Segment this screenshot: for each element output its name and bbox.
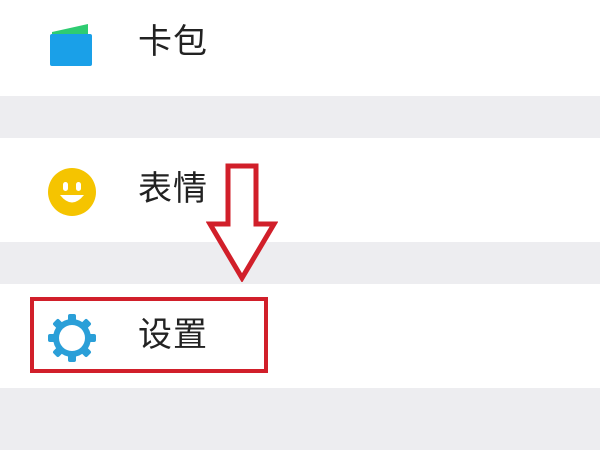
emoji-icon [44, 164, 100, 220]
menu-item-settings[interactable]: 设置 [0, 284, 600, 388]
menu-item-label: 设置 [138, 315, 208, 355]
settings-gear-icon [44, 310, 100, 366]
menu-item-emoji[interactable]: 表情 [0, 138, 600, 242]
settings-menu-screen: 卡包 表情 设置 [0, 0, 600, 450]
section-divider [0, 388, 600, 450]
wallet-icon [44, 18, 100, 74]
menu-item-wallet[interactable]: 卡包 [0, 0, 600, 96]
section-divider [0, 242, 600, 284]
section-divider [0, 96, 600, 138]
menu-item-label: 表情 [138, 169, 208, 209]
menu-item-label: 卡包 [138, 22, 208, 62]
down-arrow-icon [205, 162, 279, 283]
